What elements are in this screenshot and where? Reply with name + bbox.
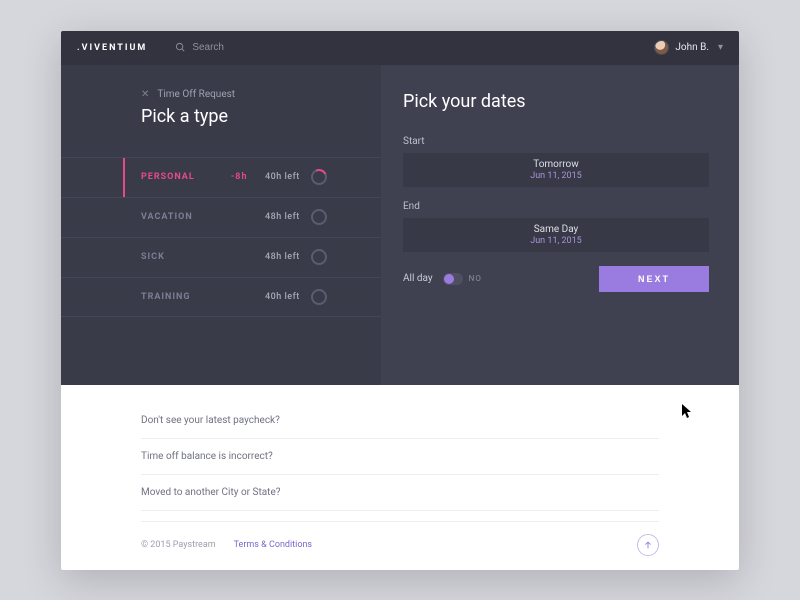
main-panel: ✕ Time Off Request Pick a type PERSONAL … <box>61 65 739 385</box>
progress-ring-icon <box>311 209 327 225</box>
start-date-main: Tomorrow <box>533 159 579 170</box>
end-date-picker[interactable]: Same Day Jun 11, 2015 <box>403 218 709 252</box>
copyright: © 2015 Paystream <box>141 540 216 550</box>
type-label: SICK <box>141 252 231 262</box>
type-item-personal[interactable]: PERSONAL -8h 40h left <box>61 157 381 197</box>
faq-item[interactable]: Time off balance is incorrect? <box>141 439 659 475</box>
type-remaining: 48h left <box>265 212 305 222</box>
topbar: .VIVENTIUM John B. ▾ <box>61 31 739 65</box>
app-window: .VIVENTIUM John B. ▾ ✕ Time Off Request … <box>61 31 739 570</box>
search-input[interactable] <box>192 42 292 53</box>
faq-item[interactable]: Don't see your latest paycheck? <box>141 403 659 439</box>
search[interactable] <box>175 42 292 53</box>
end-date-sub: Jun 11, 2015 <box>530 236 581 246</box>
type-delta: -8h <box>231 172 265 182</box>
dates-title: Pick your dates <box>403 91 709 112</box>
arrow-up-icon <box>643 540 653 550</box>
end-label: End <box>403 201 709 212</box>
avatar <box>654 40 669 55</box>
type-label: VACATION <box>141 212 231 222</box>
chevron-down-icon: ▾ <box>718 42 723 53</box>
start-date-picker[interactable]: Tomorrow Jun 11, 2015 <box>403 153 709 187</box>
brand-logo: .VIVENTIUM <box>77 43 147 53</box>
search-icon <box>175 42 186 53</box>
next-button[interactable]: NEXT <box>599 266 709 292</box>
type-label: PERSONAL <box>141 172 231 182</box>
faq-item[interactable]: Moved to another City or State? <box>141 475 659 511</box>
allday-toggle[interactable]: NO <box>443 273 482 285</box>
type-remaining: 48h left <box>265 252 305 262</box>
type-remaining: 40h left <box>265 172 305 182</box>
type-item-vacation[interactable]: VACATION 48h left <box>61 197 381 237</box>
type-column: ✕ Time Off Request Pick a type PERSONAL … <box>61 65 381 385</box>
terms-link[interactable]: Terms & Conditions <box>234 540 312 550</box>
progress-ring-icon <box>311 249 327 265</box>
dates-column: Pick your dates Start Tomorrow Jun 11, 2… <box>381 65 739 385</box>
help-section: Don't see your latest paycheck? Time off… <box>61 385 739 570</box>
end-date-main: Same Day <box>534 224 579 235</box>
progress-ring-icon <box>311 169 327 185</box>
progress-ring-icon <box>311 289 327 305</box>
footer: © 2015 Paystream Terms & Conditions <box>141 521 659 570</box>
type-label: TRAINING <box>141 292 231 302</box>
allday-label: All day <box>403 273 433 284</box>
type-title: Pick a type <box>141 106 381 127</box>
type-item-sick[interactable]: SICK 48h left <box>61 237 381 277</box>
user-menu[interactable]: John B. ▾ <box>654 40 723 55</box>
toggle-pill-icon <box>443 273 463 285</box>
scroll-top-button[interactable] <box>637 534 659 556</box>
user-name: John B. <box>675 42 709 53</box>
type-item-training[interactable]: TRAINING 40h left <box>61 277 381 317</box>
start-label: Start <box>403 136 709 147</box>
close-label: Time Off Request <box>157 89 235 100</box>
close-request[interactable]: ✕ Time Off Request <box>141 89 381 100</box>
allday-value: NO <box>469 274 482 283</box>
start-date-sub: Jun 11, 2015 <box>530 171 581 181</box>
close-icon: ✕ <box>141 89 149 100</box>
type-list: PERSONAL -8h 40h left VACATION 48h left … <box>61 157 381 317</box>
type-remaining: 40h left <box>265 292 305 302</box>
